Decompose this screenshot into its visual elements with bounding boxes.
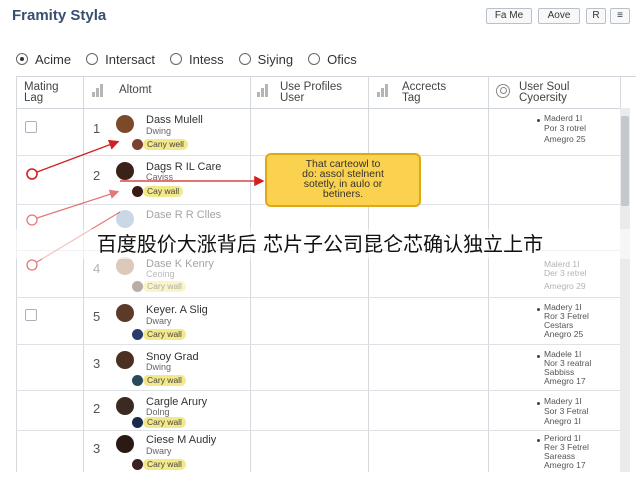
user-name[interactable]: Ciese M Audiy (146, 434, 216, 446)
user-icon (496, 84, 510, 98)
user-name[interactable]: Keyer. A Slig (146, 304, 208, 316)
headline-overlay: 百度股价大涨背后 芯片子公司昆仑芯确认独立上市 (0, 229, 640, 259)
small-avatar (132, 329, 143, 340)
user-role: Caviss (146, 172, 174, 182)
column-header-user-soul[interactable]: User Soul Cyoersity (519, 81, 570, 104)
row-number: 3 (93, 441, 101, 456)
bullet-icon (537, 402, 540, 405)
tag-badge[interactable]: Cary wall (143, 459, 186, 470)
row-number: 2 (93, 168, 101, 183)
info-line: Anegro 1I (544, 416, 581, 426)
user-role: Dolng (146, 407, 170, 417)
avatar (116, 435, 134, 453)
filter-label: Ofics (327, 51, 357, 67)
filter-label: Intess (188, 51, 224, 67)
filter-label: Acime (35, 51, 72, 67)
toolbar-button-r[interactable]: R (586, 8, 606, 24)
bar-chart-icon (257, 84, 269, 97)
bullet-icon (537, 119, 540, 122)
scrollbar-thumb[interactable] (621, 116, 629, 206)
avatar (116, 115, 134, 133)
bar-chart-icon (92, 84, 104, 97)
small-avatar (132, 281, 143, 292)
filter-bar: Acime Intersact Intess Siying Ofics (16, 50, 372, 68)
info-line: Por 3 rotrel (544, 123, 587, 133)
column-header-accrects-tag[interactable]: Accrects Tag (402, 81, 446, 104)
bar-chart-icon (377, 84, 389, 97)
column-header-mating-lag[interactable]: Mating Lag (24, 81, 59, 104)
table-row[interactable]: 3 Snoy Grad Dwing Cary wall Madele 1I No… (16, 345, 620, 390)
column-header-altomt[interactable]: Altomt (119, 84, 152, 96)
bullet-icon (537, 308, 540, 311)
user-name[interactable]: Dass Mulell (146, 114, 203, 126)
info-line: Der 3 retrel (544, 268, 587, 278)
filter-acime[interactable]: Acime (16, 52, 71, 67)
tag-badge[interactable]: Cary wall (143, 281, 186, 292)
table-row[interactable]: 2 Cargle Arury Dolng Cary wall Madery 1I… (16, 391, 620, 430)
small-avatar (132, 375, 143, 386)
app-title: Framity Styla (12, 7, 107, 24)
bullet-icon (537, 439, 540, 442)
callout-line: betiners. (322, 188, 364, 200)
user-role: Ceoing (146, 269, 175, 279)
bullet-icon (537, 355, 540, 358)
toolbar-button-fame[interactable]: Fa Me (486, 8, 532, 24)
tag-badge[interactable]: Cany well (143, 139, 188, 150)
user-role: Dwary (146, 446, 172, 456)
avatar (116, 351, 134, 369)
filter-siying[interactable]: Siying (238, 51, 294, 67)
row-number: 3 (93, 356, 101, 371)
avatar (116, 162, 134, 180)
info-line: Amegro 29 (544, 281, 586, 291)
avatar (116, 257, 134, 275)
radio-icon[interactable] (86, 53, 99, 65)
info-line: Amegro 25 (544, 134, 586, 144)
small-avatar (132, 417, 143, 428)
header-line: User (280, 92, 305, 104)
filter-intess[interactable]: Intess (169, 51, 224, 67)
info-line: Amegro 17 (544, 460, 586, 470)
vertical-scrollbar[interactable] (620, 108, 630, 472)
row-number: 4 (93, 261, 101, 276)
tag-badge[interactable]: Cay wall (143, 186, 184, 197)
info-line: Anegro 25 (544, 329, 584, 339)
avatar (116, 210, 134, 228)
avatar (116, 397, 134, 415)
tag-badge[interactable]: Cary wall (143, 329, 186, 340)
row-number: 1 (93, 121, 101, 136)
header-line: Lag (24, 92, 44, 104)
avatar (116, 304, 134, 322)
filter-intersact[interactable]: Intersact (86, 52, 155, 67)
menu-icon[interactable]: ≡ (610, 8, 630, 24)
table-row[interactable]: 1 Dass Mulell Dwing Cany well Maderd 1I … (16, 109, 620, 155)
user-name[interactable]: Dase R R Clles (146, 209, 221, 221)
filter-label: Intersact (105, 51, 155, 67)
table-row[interactable]: 3 Ciese M Audiy Dwary Cary wall Periord … (16, 431, 620, 472)
column-header-use-profiles[interactable]: Use Profiles User (280, 81, 342, 104)
row-checkbox[interactable] (25, 309, 37, 321)
radio-icon[interactable] (308, 53, 321, 65)
filter-label: Siying (257, 51, 294, 67)
row-number: 2 (93, 401, 101, 416)
tag-badge[interactable]: Cary wall (143, 417, 186, 428)
small-avatar (132, 186, 143, 197)
radio-icon[interactable] (169, 53, 182, 65)
filter-ofics[interactable]: Ofics (308, 52, 357, 67)
header-line: Tag (402, 92, 421, 104)
user-role: Dwary (146, 316, 172, 326)
radio-icon[interactable] (238, 53, 251, 65)
info-line: Amegro 17 (544, 376, 586, 386)
small-avatar (132, 459, 143, 470)
radio-selected-icon[interactable] (16, 53, 28, 65)
toolbar-button-aove[interactable]: Aove (538, 8, 580, 24)
user-role: Dwing (146, 362, 172, 372)
small-avatar (132, 139, 143, 150)
row-checkbox[interactable] (25, 121, 37, 133)
header-line: Cyoersity (519, 92, 567, 104)
row-number: 5 (93, 309, 101, 324)
table-row[interactable]: 5 Keyer. A Slig Dwary Cary wall Madery 1… (16, 298, 620, 344)
annotation-callout: That carteowl to do: assol stelnent sote… (265, 153, 421, 207)
tag-badge[interactable]: Cary wall (143, 375, 186, 386)
user-role: Dwing (146, 126, 172, 136)
